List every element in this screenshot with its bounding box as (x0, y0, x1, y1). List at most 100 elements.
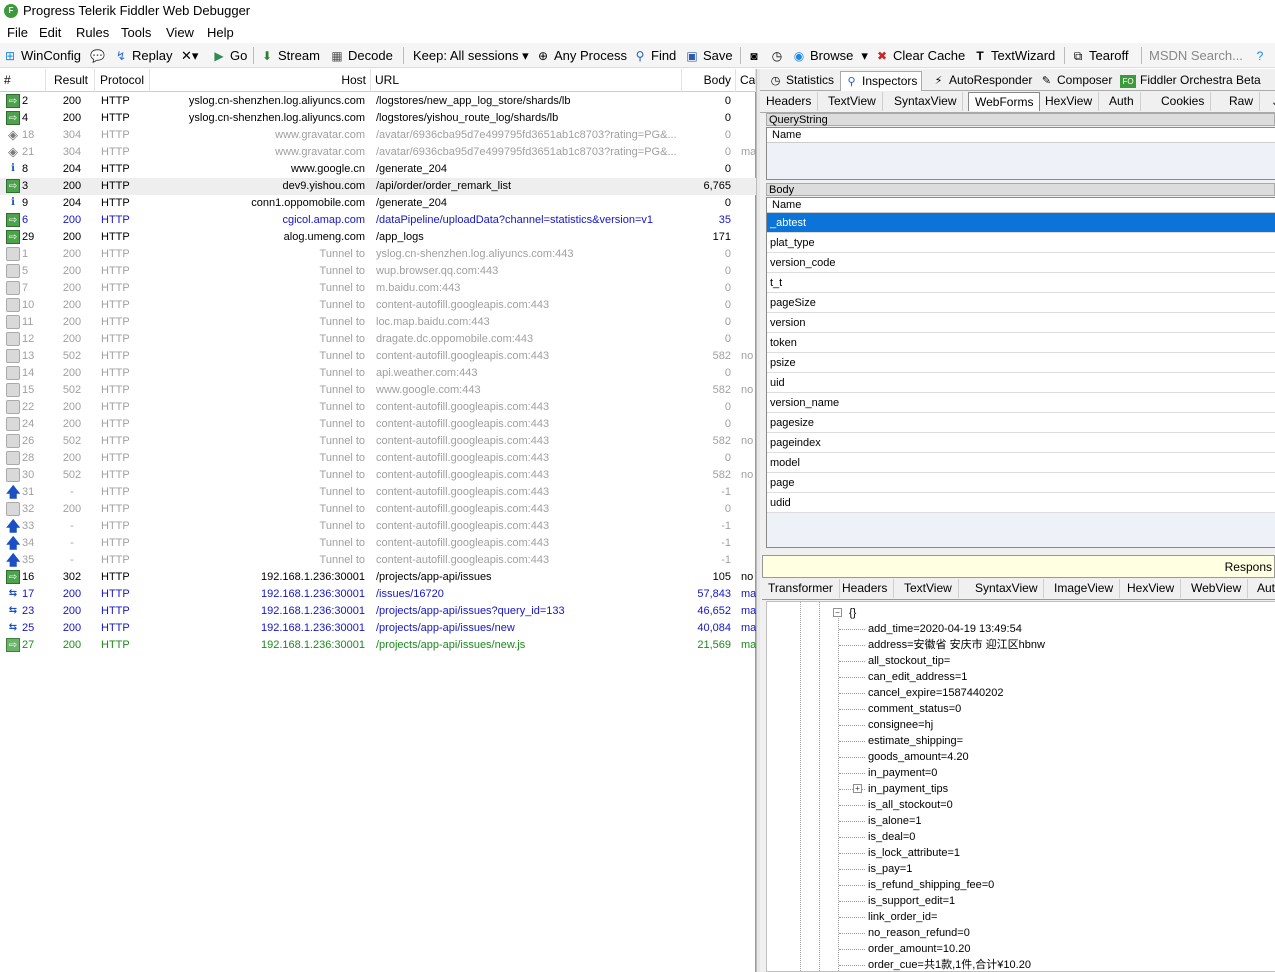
session-row[interactable]: ⇨ 16 302 HTTP 192.168.1.236:30001/projects/a… (0, 569, 756, 586)
go-button[interactable]: ▶ Go (212, 47, 247, 64)
winconfig-button[interactable]: ⊞ WinConfig (3, 47, 81, 64)
req-tab-hexview[interactable]: HexView (1039, 92, 1100, 111)
session-row[interactable]: 12 200 HTTP Tunnel to dragate.dc.oppomobile.… (0, 331, 756, 348)
response-bar[interactable]: Respons (762, 555, 1275, 578)
json-tree-node[interactable]: is_all_stockout=0 (868, 797, 953, 813)
resp-tab-imageview[interactable]: ImageView (1048, 579, 1121, 598)
session-row[interactable]: ⇨ 27 200 HTTP 192.168.1.236:30001/projects/a… (0, 637, 756, 654)
resp-tab-syntaxview[interactable]: SyntaxView (969, 579, 1045, 598)
session-row[interactable]: 10 200 HTTP Tunnel to content-autofill.googl… (0, 297, 756, 314)
textwizard-button[interactable]: T TextWizard (973, 47, 1055, 64)
session-row[interactable]: i 9 204 HTTP conn1.oppomobile.com/generate_2… (0, 195, 756, 212)
keep-sessions-dropdown[interactable]: Keep: All sessions ▾ (413, 47, 529, 64)
tab-autoresponder[interactable]: ⚡ AutoResponder (928, 71, 1036, 91)
json-root-node[interactable]: {} (849, 605, 856, 621)
body-param-row[interactable]: plat_type (767, 233, 1275, 253)
resp-tab-textview[interactable]: TextView (898, 579, 959, 598)
tab-composer[interactable]: ✎ Composer (1036, 71, 1116, 91)
menu-tools[interactable]: Tools (121, 25, 151, 40)
tearoff-button[interactable]: ⧉ Tearoff (1071, 47, 1129, 64)
menu-help[interactable]: Help (207, 25, 234, 40)
req-tab-auth[interactable]: Auth (1103, 92, 1141, 111)
browse-button[interactable]: ◉ Browse ▾ (792, 47, 868, 64)
session-row[interactable]: 🡅 33 - HTTP Tunnel to content-autofill.google… (0, 518, 756, 535)
session-row[interactable]: 32 200 HTTP Tunnel to content-autofill.googl… (0, 501, 756, 518)
col-header-protocol[interactable]: Protocol (95, 69, 150, 92)
col-header-body[interactable]: Body (682, 69, 736, 92)
req-tab-textview[interactable]: TextView (822, 92, 883, 111)
querystring-grid[interactable]: Name (766, 127, 1275, 180)
menu-rules[interactable]: Rules (76, 25, 109, 40)
body-param-row[interactable]: uid (767, 373, 1275, 393)
help-button[interactable]: ? (1253, 47, 1271, 64)
body-param-row[interactable]: model (767, 453, 1275, 473)
session-row[interactable]: 🡅 35 - HTTP Tunnel to content-autofill.google… (0, 552, 756, 569)
menu-edit[interactable]: Edit (39, 25, 61, 40)
body-param-row[interactable]: page (767, 473, 1275, 493)
replay-button[interactable]: ↯ Replay (114, 47, 173, 64)
body-param-row[interactable]: version_name (767, 393, 1275, 413)
tab-statistics[interactable]: ◷ Statistics (765, 71, 838, 91)
stream-button[interactable]: ⬇ Stream (260, 47, 320, 64)
collapse-icon[interactable]: − (833, 608, 842, 617)
body-name-column[interactable]: Name (767, 198, 1275, 213)
session-row[interactable]: 🡅 34 - HTTP Tunnel to content-autofill.google… (0, 535, 756, 552)
body-param-row[interactable]: pageindex (767, 433, 1275, 453)
remove-sessions-button[interactable]: ✕▾ (181, 47, 198, 64)
expand-icon[interactable]: + (853, 784, 862, 793)
decode-button[interactable]: ▦ Decode (330, 47, 392, 64)
json-tree-node[interactable]: order_cue=共1款,1件,合计¥10.20 (868, 957, 1031, 971)
session-row[interactable]: 13 502 HTTP Tunnel to content-autofill.googl… (0, 348, 756, 365)
json-tree-node[interactable]: estimate_shipping= (868, 733, 963, 749)
session-row[interactable]: 24 200 HTTP Tunnel to content-autofill.googl… (0, 416, 756, 433)
save-button[interactable]: ▣ Save (685, 47, 732, 64)
body-param-row[interactable]: pageSize (767, 293, 1275, 313)
json-tree-view[interactable]: − {} add_time=2020-04-19 13:49:54 address… (766, 601, 1275, 972)
req-tab-syntaxview[interactable]: SyntaxView (888, 92, 964, 111)
comment-button[interactable]: 💬 (90, 47, 108, 64)
find-button[interactable]: ⚲ Find (633, 47, 677, 64)
json-tree-node[interactable]: is_pay=1 (868, 861, 912, 877)
tab-fiddler-orchestra[interactable]: FO Fiddler Orchestra Beta (1116, 71, 1265, 91)
col-header-host[interactable]: Host (150, 69, 371, 92)
session-row[interactable]: 14 200 HTTP Tunnel to api.weather.com:443 0 (0, 365, 756, 382)
req-tab-webforms[interactable]: WebForms (968, 92, 1041, 111)
resp-tab-auth[interactable]: Aut (1251, 579, 1275, 598)
req-tab-cookies[interactable]: Cookies (1155, 92, 1212, 111)
session-row[interactable]: ⇆ 17 200 HTTP 192.168.1.236:30001/issues/167… (0, 586, 756, 603)
col-header-number[interactable]: # (0, 69, 46, 92)
json-tree-node[interactable]: all_stockout_tip= (868, 653, 950, 669)
json-tree-node[interactable]: consignee=hj (868, 717, 933, 733)
session-row[interactable]: ⇨ 2 200 HTTP yslog.cn-shenzhen.log.aliyuncs.… (0, 93, 756, 110)
session-row[interactable]: i 8 204 HTTP www.google.cn/generate_204 0 (0, 161, 756, 178)
json-tree-node[interactable]: address=安徽省 安庆市 迎江区hbnw (868, 637, 1045, 653)
json-tree-node[interactable]: add_time=2020-04-19 13:49:54 (868, 621, 1022, 637)
json-tree-node[interactable]: in_payment_tips (868, 781, 948, 797)
col-header-caching[interactable]: Ca (736, 69, 756, 92)
session-row[interactable]: ⇨ 6 200 HTTP cgicol.amap.com/dataPipeline/up… (0, 212, 756, 229)
session-row[interactable]: 28 200 HTTP Tunnel to content-autofill.googl… (0, 450, 756, 467)
resp-tab-transformer[interactable]: Transformer (762, 579, 840, 598)
body-param-row[interactable]: _abtest (767, 213, 1275, 233)
resp-tab-hexview[interactable]: HexView (1121, 579, 1182, 598)
body-param-row[interactable]: psize (767, 353, 1275, 373)
json-tree-node[interactable]: is_lock_attribute=1 (868, 845, 960, 861)
json-tree-node[interactable]: cancel_expire=1587440202 (868, 685, 1003, 701)
req-tab-raw[interactable]: Raw (1223, 92, 1261, 111)
menu-view[interactable]: View (166, 25, 194, 40)
session-row[interactable]: 26 502 HTTP Tunnel to content-autofill.googl… (0, 433, 756, 450)
session-row[interactable]: 5 200 HTTP Tunnel to wup.browser.qq.com:443 0 (0, 263, 756, 280)
querystring-name-column[interactable]: Name (767, 128, 1275, 143)
req-tab-json[interactable]: J (1267, 92, 1275, 111)
session-row[interactable]: ◈ 21 304 HTTP www.gravatar.com/avatar/6936cb… (0, 144, 756, 161)
session-row[interactable]: ⇨ 4 200 HTTP yslog.cn-shenzhen.log.aliyuncs.… (0, 110, 756, 127)
session-row[interactable]: 15 502 HTTP Tunnel to www.google.com:443 582 n… (0, 382, 756, 399)
json-tree-node[interactable]: goods_amount=4.20 (868, 749, 969, 765)
json-tree-node[interactable]: link_order_id= (868, 909, 937, 925)
col-header-result[interactable]: Result (46, 69, 95, 92)
json-tree-node[interactable]: comment_status=0 (868, 701, 961, 717)
json-tree-node[interactable]: is_support_edit=1 (868, 893, 955, 909)
json-tree-node[interactable]: is_refund_shipping_fee=0 (868, 877, 994, 893)
body-param-row[interactable]: udid (767, 493, 1275, 513)
session-row[interactable]: 22 200 HTTP Tunnel to content-autofill.googl… (0, 399, 756, 416)
